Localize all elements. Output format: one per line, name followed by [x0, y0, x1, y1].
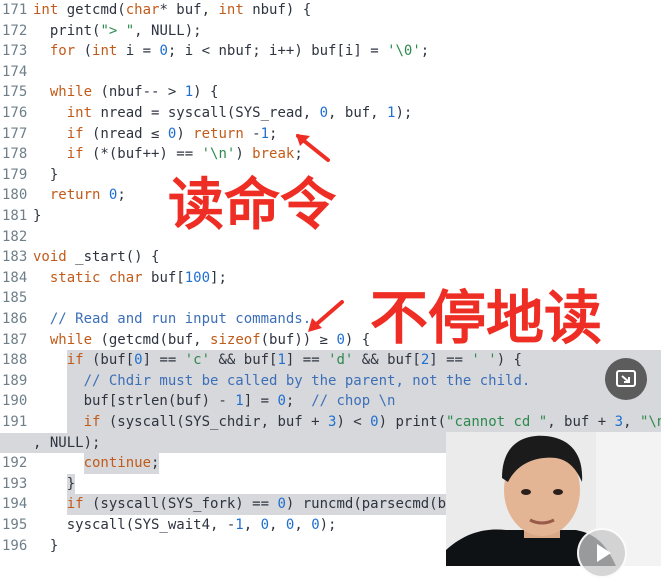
line-number: 187: [2, 331, 28, 348]
code-text: if (syscall(SYS_fork) == 0) runcmd(parse…: [66, 496, 489, 513]
line-number: 175: [2, 84, 28, 101]
line-number: 176: [2, 105, 28, 121]
play-button[interactable]: [577, 528, 627, 578]
line-number: 174: [2, 63, 28, 80]
line-number: 192: [2, 455, 28, 472]
annotation-read-command: 读命令: [168, 173, 336, 238]
code-line: 173 for (int i = 0; i < nbuf; i++) buf[i…: [0, 41, 661, 62]
line-number: 191: [2, 414, 28, 430]
code-text: while (nbuf-- > 1) {: [49, 84, 219, 101]
line-number: 193: [2, 475, 28, 492]
annotation-keep-reading: 不停地读: [370, 284, 603, 352]
line-number: 181: [2, 208, 28, 224]
code-text: }: [33, 537, 59, 554]
code-text: if (syscall(SYS_chdir, buf + 3) < 0) pri…: [83, 414, 661, 430]
code-text: int nread = syscall(SYS_read, 0, buf, 1)…: [66, 105, 413, 121]
line-number: 173: [2, 43, 28, 60]
line-number: 172: [2, 22, 28, 39]
code-line: 176 int nread = syscall(SYS_read, 0, buf…: [0, 103, 661, 124]
code-text: static char buf[100];: [49, 269, 227, 286]
line-number: 196: [2, 537, 28, 554]
line-number: 186: [2, 311, 28, 327]
code-line: 191 if (syscall(SYS_chdir, buf + 3) < 0)…: [0, 412, 661, 433]
code-line: 183 void _start() {: [0, 247, 661, 268]
code-text: if (nread ≤ 0) return -1;: [66, 125, 278, 142]
code-text: }: [33, 166, 59, 183]
code-text: }: [33, 475, 76, 492]
line-number: 185: [2, 290, 28, 307]
line-number: 171: [2, 2, 28, 18]
line-number: 188: [2, 352, 28, 369]
code-line: 174: [0, 62, 661, 83]
line-number: 180: [2, 187, 28, 204]
picture-in-picture-icon: [616, 370, 636, 387]
code-text: // Chdir must be called by the parent, n…: [83, 372, 531, 389]
code-line: 190 buf[strlen(buf) - 1] = 0; // chop \n: [0, 391, 661, 412]
annotation-arrow-2: [308, 300, 344, 332]
line-number: 195: [2, 517, 28, 533]
code-text: for (int i = 0; i < nbuf; i++) buf[i] = …: [49, 43, 430, 60]
line-number: 184: [2, 269, 28, 286]
code-text: }: [33, 208, 42, 224]
code-line: 172 print("> ", NULL);: [0, 21, 661, 42]
line-number: 190: [2, 393, 28, 410]
code-line: 171 int getcmd(char* buf, int nbuf) {: [0, 0, 661, 21]
line-number: 189: [2, 372, 28, 389]
code-text: int getcmd(char* buf, int nbuf) {: [33, 2, 312, 18]
line-number: 177: [2, 125, 28, 142]
annotation-arrow-1: [296, 134, 330, 162]
code-text: , NULL);: [33, 434, 101, 451]
code-text: continue;: [83, 455, 160, 472]
code-text: void _start() {: [33, 249, 160, 266]
code-text: // Read and run input commands.: [49, 311, 312, 327]
line-number: 194: [2, 496, 28, 513]
line-number: 178: [2, 146, 28, 163]
code-text: if (*(buf++) == '\n') break;: [66, 146, 303, 163]
line-number: 183: [2, 249, 28, 266]
code-text: if (buf[0] == 'c' && buf[1] == 'd' && bu…: [66, 352, 522, 369]
pip-button[interactable]: [605, 358, 647, 400]
code-line: 175 while (nbuf-- > 1) {: [0, 82, 661, 103]
code-text: return 0;: [49, 187, 126, 204]
line-number: 179: [2, 166, 28, 183]
code-text: print("> ", NULL);: [33, 22, 202, 39]
play-icon: [597, 544, 611, 562]
code-line: 188 if (buf[0] == 'c' && buf[1] == 'd' &…: [0, 350, 661, 371]
code-text: syscall(SYS_wait4, -1, 0, 0, 0);: [33, 517, 337, 533]
code-line: 189 // Chdir must be called by the paren…: [0, 370, 661, 392]
presenter-webcam: [446, 432, 661, 566]
line-number: 182: [2, 228, 28, 245]
code-text: buf[strlen(buf) - 1] = 0; // chop \n: [33, 393, 396, 410]
